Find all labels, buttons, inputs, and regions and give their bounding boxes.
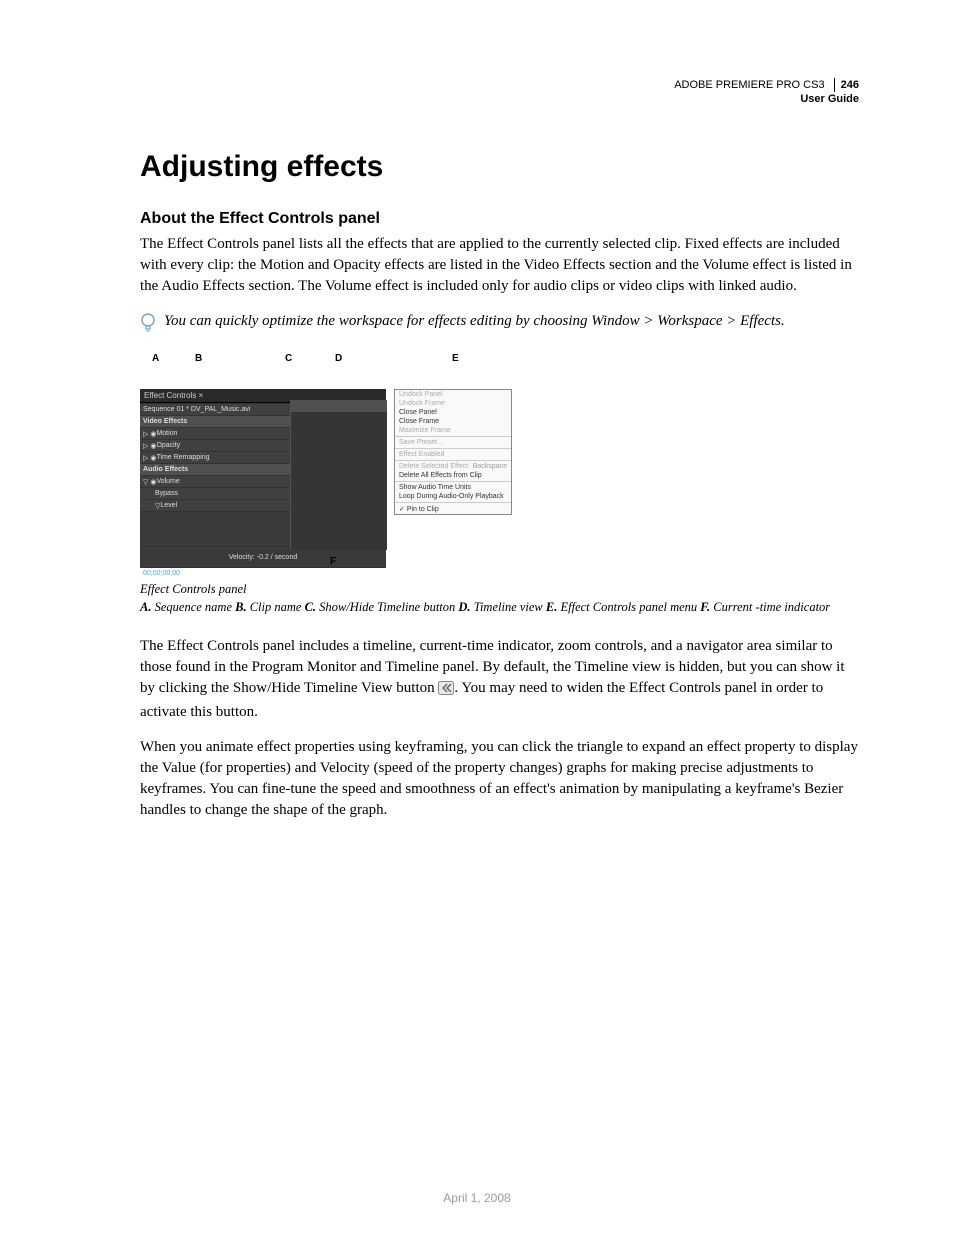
mi-effect-enabled[interactable]: Effect Enabled [395, 450, 511, 459]
page-number: 246 [834, 78, 859, 92]
footer-date: April 1, 2008 [0, 1191, 954, 1205]
mi-close-frame[interactable]: Close Frame [395, 417, 511, 426]
callout-row-top: A B C D E [140, 353, 859, 371]
paragraph-intro: The Effect Controls panel lists all the … [140, 234, 859, 297]
timeline-view[interactable] [290, 400, 387, 550]
mi-undock-panel[interactable]: Undock Panel [395, 390, 511, 399]
mi-delete-selected[interactable]: Delete Selected EffectBackspace [395, 462, 511, 471]
figure-legend: A. Sequence name B. Clip name C. Show/Hi… [140, 599, 859, 616]
callout-row-bottom: F [140, 556, 859, 572]
header-sub: User Guide [674, 92, 859, 106]
callout-B: B [195, 353, 202, 364]
tip-text: You can quickly optimize the workspace f… [164, 311, 785, 332]
paragraph-3: When you animate effect properties using… [140, 737, 859, 821]
figure: A B C D E Effect Controls × Sequence 01 … [140, 353, 859, 616]
mi-delete-all[interactable]: Delete All Effects from Clip [395, 471, 511, 480]
mi-audio-units[interactable]: Show Audio Time Units [395, 483, 511, 492]
mi-pin-to-clip[interactable]: ✓ Pin to Clip [395, 504, 511, 514]
mi-save-preset[interactable]: Save Preset... [395, 438, 511, 447]
lightbulb-icon [140, 313, 156, 335]
page-header: ADOBE PREMIERE PRO CS3 246 User Guide [674, 78, 859, 106]
callout-F: F [330, 556, 336, 567]
figure-title: Effect Controls panel [140, 582, 859, 597]
tip-block: You can quickly optimize the workspace f… [140, 311, 859, 335]
callout-D: D [335, 353, 342, 364]
mi-close-panel[interactable]: Close Panel [395, 408, 511, 417]
header-product: ADOBE PREMIERE PRO CS3 [674, 79, 824, 91]
heading-1: Adjusting effects [140, 150, 859, 184]
mi-loop-playback[interactable]: Loop During Audio-Only Playback [395, 492, 511, 501]
mi-maximize[interactable]: Maximize Frame [395, 426, 511, 435]
callout-C: C [285, 353, 292, 364]
callout-A: A [152, 353, 159, 364]
mi-undock-frame[interactable]: Undock Frame [395, 399, 511, 408]
panel-menu: Undock Panel Undock Frame Close Panel Cl… [394, 389, 512, 515]
paragraph-2: The Effect Controls panel includes a tim… [140, 636, 859, 723]
show-hide-timeline-icon [438, 681, 454, 702]
callout-E: E [452, 353, 459, 364]
heading-2: About the Effect Controls panel [140, 210, 859, 228]
